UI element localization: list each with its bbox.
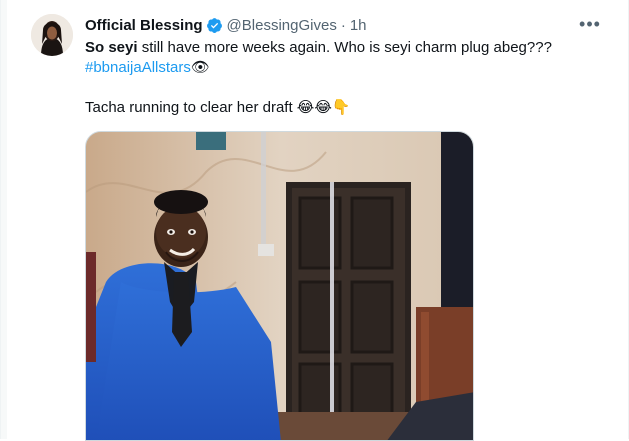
tweet-card[interactable]: Official Blessing @BlessingGives · 1h ••…	[0, 0, 629, 441]
avatar-image	[31, 14, 73, 56]
separator-dot: ·	[340, 16, 346, 34]
tweet-text-rest: still have more weeks again. Who is seyi…	[137, 39, 552, 56]
avatar[interactable]	[31, 14, 73, 56]
hashtag-part1: #bbnaija	[85, 59, 142, 76]
line2-text: Tacha running to clear her draft	[85, 99, 297, 116]
tweet-text-line2: Tacha running to clear her draft 😂😂👇	[85, 98, 351, 118]
author-name[interactable]: Official Blessing	[85, 17, 203, 34]
video-frame	[86, 132, 473, 440]
more-options-button[interactable]: •••	[579, 14, 601, 34]
timestamp[interactable]: 1h	[350, 17, 367, 34]
more-icon: •••	[579, 13, 601, 34]
left-divider	[1, 0, 7, 439]
tweet-media-video[interactable]	[85, 131, 474, 441]
hashtag-part2: Allstars	[141, 59, 191, 76]
laughing-pointing-emoji-icons: 😂😂👇	[296, 99, 351, 116]
hashtag-link[interactable]: #bbnaijaAllstars	[85, 59, 191, 76]
tweet-bold-text: So seyi	[85, 39, 138, 56]
verified-badge-icon	[206, 17, 223, 34]
eye-emoji-icon: 👁	[190, 59, 210, 76]
author-handle[interactable]: @BlessingGives	[227, 17, 337, 34]
tweet-text: So seyi still have more weeks again. Who…	[85, 38, 605, 78]
tweet-header: Official Blessing @BlessingGives · 1h	[85, 15, 367, 35]
